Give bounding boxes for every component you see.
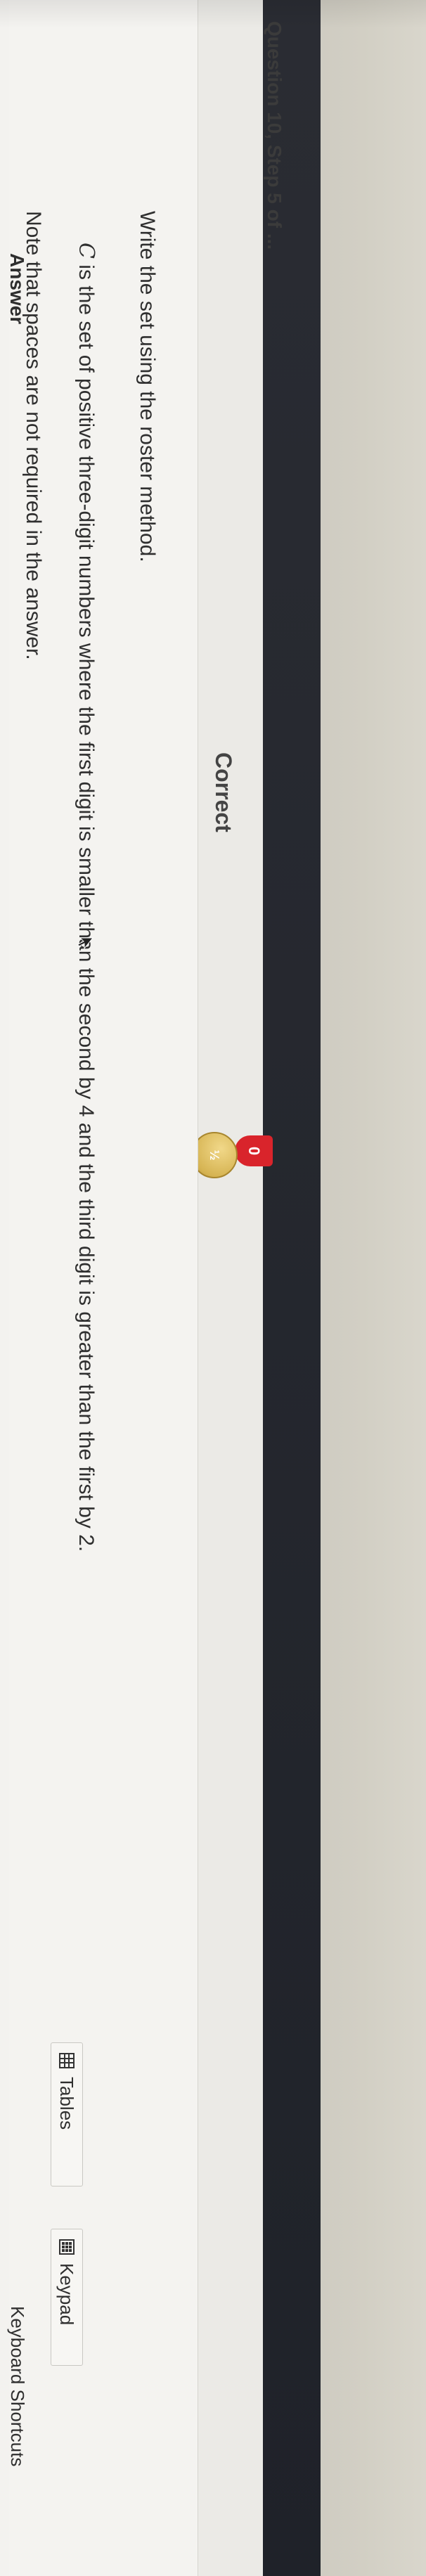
- tables-label: Tables: [56, 2077, 78, 2130]
- photo-shadow: [0, 0, 426, 28]
- answer-label: Answer: [6, 253, 28, 325]
- rotated-screen: Question 10, Step 5 of ... Correct 0 ½ W…: [0, 0, 426, 2576]
- photo-margin: [321, 0, 426, 2576]
- question-header: [198, 0, 263, 2576]
- table-grid-icon: [59, 2053, 75, 2068]
- question-title: Question 10, Step 5 of ...: [264, 21, 285, 250]
- status-label: Correct: [211, 752, 236, 832]
- keyboard-shortcuts-link[interactable]: Keyboard Shortcuts: [6, 2306, 28, 2466]
- question-instruction: Write the set using the roster method.: [136, 211, 159, 562]
- streak-badge[interactable]: 0: [235, 1135, 273, 1166]
- keypad-icon: [59, 2239, 75, 2255]
- keypad-button[interactable]: Keypad: [51, 2229, 83, 2366]
- tables-button[interactable]: Tables: [51, 2042, 83, 2187]
- top-navigation-bar: [263, 0, 321, 2576]
- set-variable: C: [74, 243, 98, 259]
- keypad-label: Keypad: [56, 2263, 78, 2326]
- set-description: C is the set of positive three-digit num…: [74, 243, 98, 1552]
- mouse-cursor-icon: [77, 937, 94, 950]
- set-description-text: is the set of positive three-digit numbe…: [75, 258, 98, 1552]
